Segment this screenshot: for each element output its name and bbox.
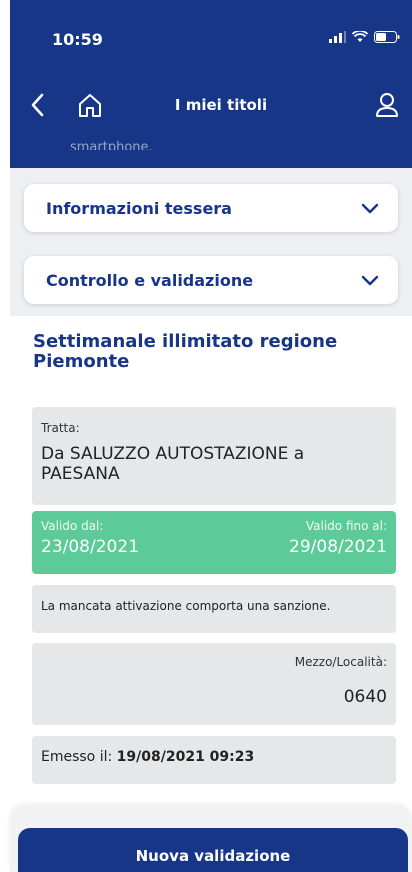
page-title: I miei titoli xyxy=(174,96,268,114)
screen: 10:59 I miei titoli smartphone. Informaz… xyxy=(0,0,412,872)
tratta-box: Tratta: Da SALUZZO AUTOSTAZIONE a PAESAN… xyxy=(32,407,396,505)
battery-icon xyxy=(374,31,400,43)
issued-label: Emesso il: xyxy=(41,749,113,765)
valid-from-label: Valido dal: xyxy=(41,519,104,533)
tratta-value: Da SALUZZO AUTOSTAZIONE a PAESANA xyxy=(41,444,305,484)
app-header: 10:59 I miei titoli smartphone. xyxy=(10,0,412,168)
user-icon[interactable] xyxy=(374,90,400,120)
valid-to-value: 29/08/2021 xyxy=(289,537,387,557)
chevron-down-icon xyxy=(361,275,379,286)
issued-info: Emesso il: 19/08/2021 09:23 xyxy=(41,749,254,765)
validity-box: Valido dal: 23/08/2021 Valido fino al: 2… xyxy=(32,511,396,574)
chevron-down-icon xyxy=(361,203,379,214)
status-icons xyxy=(328,31,400,43)
mezzo-box: Mezzo/Località: 0640 xyxy=(32,643,396,725)
mezzo-value: 0640 xyxy=(343,687,387,707)
clipped-text: smartphone. xyxy=(70,140,153,150)
accordion-label: Informazioni tessera xyxy=(46,199,232,218)
warning-box: La mancata attivazione comporta una sanz… xyxy=(32,585,396,633)
new-validation-button[interactable]: Nuova validazione xyxy=(18,828,408,872)
nav-bar: I miei titoli xyxy=(10,86,412,126)
wifi-icon xyxy=(352,31,368,42)
valid-to-label: Valido fino al: xyxy=(305,519,387,533)
accordion-label: Controllo e validazione xyxy=(46,271,254,290)
warning-text: La mancata attivazione comporta una sanz… xyxy=(41,599,331,613)
accordion-informazioni-tessera[interactable]: Informazioni tessera xyxy=(24,184,398,232)
status-time: 10:59 xyxy=(52,30,103,49)
tratta-label: Tratta: xyxy=(41,421,80,435)
accordion-controllo-validazione[interactable]: Controllo e validazione xyxy=(24,256,398,304)
mezzo-label: Mezzo/Località: xyxy=(294,655,387,669)
valid-from-value: 23/08/2021 xyxy=(41,537,139,557)
emesso-box: Emesso il: 19/08/2021 09:23 xyxy=(32,736,396,784)
issued-value: 19/08/2021 09:23 xyxy=(116,749,255,765)
ticket-title: Settimanale illimitato regione Piemonte xyxy=(33,331,338,372)
signal-icon xyxy=(329,31,346,43)
